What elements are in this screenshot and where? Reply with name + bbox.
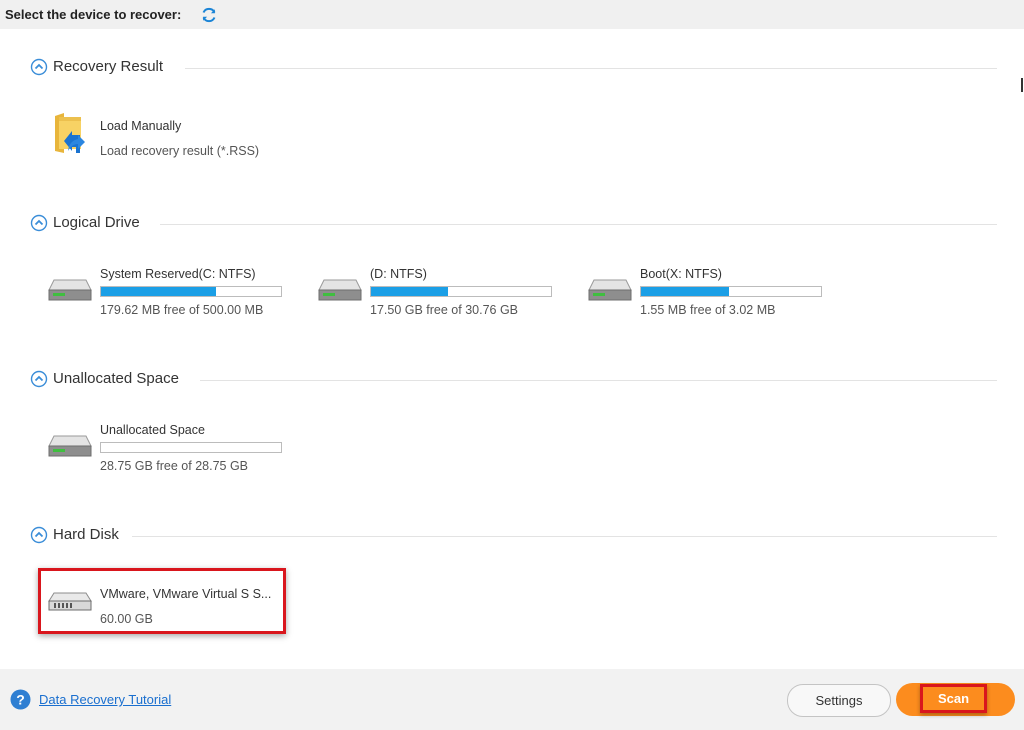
- top-bar: Select the device to recover:: [0, 0, 1024, 29]
- unallocated-item[interactable]: Unallocated Space 28.75 GB free of 28.75…: [40, 423, 300, 483]
- svg-text:?: ?: [16, 692, 25, 708]
- hard-disk-icon: [48, 589, 92, 618]
- divider: [185, 68, 997, 69]
- help-icon[interactable]: ?: [10, 689, 31, 710]
- data-recovery-tutorial-link[interactable]: Data Recovery Tutorial: [39, 692, 171, 707]
- unallocated-name: Unallocated Space: [100, 423, 205, 437]
- hard-drive-icon: [318, 278, 362, 307]
- drive-info: 179.62 MB free of 500.00 MB: [100, 303, 264, 317]
- refresh-icon[interactable]: [200, 6, 218, 24]
- section-label: Hard Disk: [53, 526, 119, 543]
- section-label: Logical Drive: [53, 214, 140, 231]
- scan-button-label: Scan: [920, 684, 987, 713]
- drive-item-c[interactable]: System Reserved(C: NTFS) 179.62 MB free …: [40, 267, 300, 327]
- divider: [200, 380, 997, 381]
- hard-drive-icon: [48, 434, 92, 463]
- usage-bar: [100, 442, 282, 453]
- collapse-icon[interactable]: [30, 214, 48, 232]
- unallocated-info: 28.75 GB free of 28.75 GB: [100, 459, 249, 473]
- drive-name: Boot(X: NTFS): [640, 267, 722, 281]
- settings-button[interactable]: Settings: [787, 684, 891, 717]
- hard-disk-name: VMware, VMware Virtual S S...: [100, 587, 272, 601]
- usage-bar: [370, 286, 552, 297]
- usage-fill: [101, 287, 217, 296]
- hard-drive-icon: [588, 278, 632, 307]
- section-recovery-result: Recovery Result: [30, 58, 997, 78]
- drive-name: (D: NTFS): [370, 267, 427, 281]
- usage-fill: [371, 287, 449, 296]
- scrollbar[interactable]: [1021, 78, 1023, 92]
- drive-info: 1.55 MB free of 3.02 MB: [640, 303, 776, 317]
- hard-drive-icon: [48, 278, 92, 307]
- section-unallocated-space: Unallocated Space: [30, 370, 997, 390]
- drive-info: 17.50 GB free of 30.76 GB: [370, 303, 519, 317]
- section-label: Recovery Result: [53, 58, 164, 75]
- bottom-bar: ? Data Recovery Tutorial Settings Scan: [0, 669, 1024, 730]
- usage-fill: [641, 287, 730, 296]
- load-manually-item[interactable]: Load Manually Load recovery result (*.RS…: [40, 113, 300, 179]
- folder-arrow-icon: [52, 113, 88, 160]
- page-title: Select the device to recover:: [5, 7, 182, 22]
- divider: [132, 536, 997, 537]
- section-label: Unallocated Space: [53, 370, 179, 387]
- drive-name: System Reserved(C: NTFS): [100, 267, 256, 281]
- load-manually-title: Load Manually: [100, 119, 182, 133]
- usage-bar: [640, 286, 822, 297]
- divider: [160, 224, 997, 225]
- scan-button[interactable]: Scan: [896, 683, 1015, 716]
- collapse-icon[interactable]: [30, 370, 48, 388]
- drive-item-x[interactable]: Boot(X: NTFS) 1.55 MB free of 3.02 MB: [580, 267, 840, 327]
- section-logical-drive: Logical Drive: [30, 214, 997, 234]
- collapse-icon[interactable]: [30, 526, 48, 544]
- section-hard-disk: Hard Disk: [30, 526, 997, 546]
- collapse-icon[interactable]: [30, 58, 48, 76]
- usage-bar: [100, 286, 282, 297]
- hard-disk-size: 60.00 GB: [100, 612, 153, 626]
- drive-item-d[interactable]: (D: NTFS) 17.50 GB free of 30.76 GB: [310, 267, 570, 327]
- load-manually-subtitle: Load recovery result (*.RSS): [100, 144, 260, 158]
- hard-disk-item[interactable]: VMware, VMware Virtual S S... 60.00 GB: [40, 587, 300, 647]
